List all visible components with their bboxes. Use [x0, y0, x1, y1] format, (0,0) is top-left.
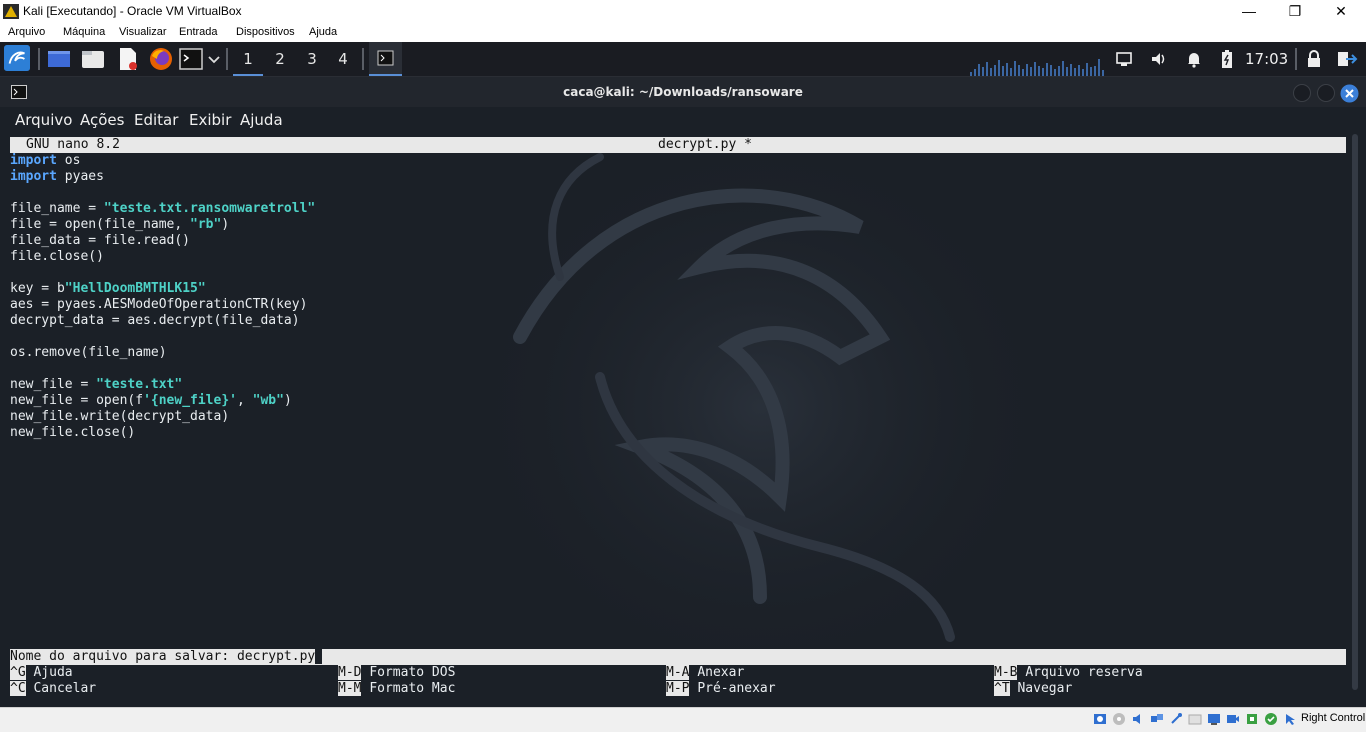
volume-icon[interactable]: [1150, 50, 1168, 68]
clock[interactable]: 17:03: [1245, 50, 1288, 68]
terminal-icon: [377, 50, 394, 66]
text-editor-icon[interactable]: [116, 46, 140, 72]
nano-version: GNU nano 8.2: [26, 137, 120, 152]
code-line: new_file = open(f'{new_file}', "wb"): [10, 393, 292, 408]
code-line: import pyaes: [10, 169, 104, 184]
code-line: aes = pyaes.AESModeOfOperationCTR(key): [10, 297, 308, 312]
menu-visualizar[interactable]: Visualizar: [119, 26, 167, 38]
code-line: file.close(): [10, 249, 104, 264]
terminal-scrollbar[interactable]: [1352, 134, 1358, 690]
usb-icon[interactable]: [1169, 712, 1183, 726]
code-line: key = b"HellDoomBMTHLK15": [10, 281, 206, 296]
shortcut-cancel[interactable]: ^C Cancelar: [10, 681, 96, 697]
taskbar-terminal-window[interactable]: [369, 42, 402, 76]
code-line: file_data = file.read(): [10, 233, 191, 248]
panel-separator: [226, 48, 228, 70]
terminal-menu-acoes[interactable]: Ações: [80, 111, 124, 129]
vbox-title-bar: Kali [Executando] - Oracle VM VirtualBox…: [0, 0, 1366, 23]
terminal-menu-ajuda[interactable]: Ajuda: [240, 111, 283, 129]
terminal-menu-editar[interactable]: Editar: [134, 111, 178, 129]
restore-button[interactable]: ❐: [1272, 0, 1318, 23]
code-line: new_file.write(decrypt_data): [10, 409, 230, 424]
file-manager-icon[interactable]: [80, 46, 106, 72]
save-filename-prompt[interactable]: Nome do arquivo para salvar: decrypt.py: [10, 649, 1346, 665]
host-key-label[interactable]: Right Control: [1301, 712, 1365, 724]
network-icon[interactable]: [1115, 50, 1133, 68]
kali-panel: 1 2 3 4 17:03: [0, 42, 1366, 77]
menu-arquivo[interactable]: Arquivo: [8, 26, 45, 38]
terminal-minimize-button[interactable]: [1293, 84, 1311, 102]
optical-drive-icon[interactable]: [1112, 712, 1126, 726]
notifications-icon[interactable]: [1185, 50, 1203, 68]
workspace-3[interactable]: 3: [297, 42, 327, 76]
audio-icon[interactable]: [1131, 712, 1145, 726]
hard-disk-icon[interactable]: [1093, 712, 1107, 726]
workspace-1[interactable]: 1: [233, 42, 263, 76]
terminal-icon[interactable]: [179, 46, 203, 72]
shortcut-mac-format[interactable]: M-M Formato Mac: [338, 681, 455, 697]
nano-filename: decrypt.py *: [658, 137, 752, 152]
terminal-title: caca@kali: ~/Downloads/ransoware: [563, 85, 803, 99]
vbox-status-bar: Right Control: [0, 707, 1366, 732]
shared-folders-icon[interactable]: [1188, 712, 1202, 726]
shortcut-dos-format[interactable]: M-D Formato DOS: [338, 665, 455, 681]
close-button[interactable]: ✕: [1318, 0, 1364, 23]
lock-icon[interactable]: [1306, 50, 1322, 68]
workspace-4[interactable]: 4: [328, 42, 358, 76]
terminal-title-bar: caca@kali: ~/Downloads/ransoware: [0, 77, 1366, 107]
virtualization-icon[interactable]: [1264, 712, 1278, 726]
text-cursor: [315, 649, 323, 664]
shortcut-browse[interactable]: ^T Navegar: [994, 681, 1072, 697]
terminal-menu-bar: Arquivo Ações Editar Exibir Ajuda: [0, 107, 1366, 134]
battery-icon[interactable]: [1220, 49, 1234, 69]
panel-separator: [362, 48, 364, 70]
video-capture-icon[interactable]: [1226, 712, 1240, 726]
window-title: Kali [Executando] - Oracle VM VirtualBox: [23, 4, 242, 18]
firefox-icon[interactable]: [148, 46, 174, 72]
panel-separator: [38, 48, 40, 70]
virtualbox-icon: [3, 4, 19, 19]
chevron-down-icon[interactable]: [207, 46, 221, 72]
code-line: new_file.close(): [10, 425, 136, 440]
panel-separator: [1295, 48, 1297, 70]
show-desktop-icon[interactable]: [47, 46, 71, 72]
terminal-window[interactable]: caca@kali: ~/Downloads/ransoware Arquivo…: [0, 77, 1366, 707]
minimize-button[interactable]: —: [1226, 0, 1272, 23]
terminal-maximize-button[interactable]: [1317, 84, 1335, 102]
code-line: file_name = "teste.txt.ransomwaretroll": [10, 201, 316, 216]
terminal-menu-arquivo[interactable]: Arquivo: [15, 111, 72, 129]
menu-entrada[interactable]: Entrada: [179, 26, 218, 38]
code-line: os.remove(file_name): [10, 345, 167, 360]
shortcut-append[interactable]: M-A Anexar: [666, 665, 744, 681]
menu-dispositivos[interactable]: Dispositivos: [236, 26, 295, 38]
cpu-icon[interactable]: [1245, 712, 1259, 726]
shortcut-help[interactable]: ^G Ajuda: [10, 665, 73, 681]
workspace-2[interactable]: 2: [265, 42, 295, 76]
network-adapter-icon[interactable]: [1150, 712, 1164, 726]
kali-menu-icon[interactable]: [3, 45, 31, 71]
menu-ajuda[interactable]: Ajuda: [309, 26, 337, 38]
code-editor[interactable]: import os import pyaes file_name = "teste.…: [10, 153, 315, 441]
terminal-menu-exibir[interactable]: Exibir: [189, 111, 231, 129]
code-line: decrypt_data = aes.decrypt(file_data): [10, 313, 300, 328]
logout-icon[interactable]: [1336, 49, 1358, 69]
mouse-integration-icon[interactable]: [1283, 712, 1297, 726]
shortcut-backup[interactable]: M-B Arquivo reserva: [994, 665, 1143, 681]
code-line: file = open(file_name, "rb"): [10, 217, 230, 232]
vbox-menu-bar: Arquivo Máquina Visualizar Entrada Dispo…: [0, 23, 1366, 42]
nano-header-bar: GNU nano 8.2 decrypt.py *: [10, 137, 1346, 153]
code-line: new_file = "teste.txt": [10, 377, 183, 392]
terminal-close-button[interactable]: [1340, 84, 1359, 103]
network-activity-graph: [970, 59, 1104, 76]
display-icon[interactable]: [1207, 712, 1221, 726]
save-filename-input[interactable]: Nome do arquivo para salvar: decrypt.py: [10, 649, 315, 664]
menu-maquina[interactable]: Máquina: [63, 26, 105, 38]
code-line: import os: [10, 153, 81, 168]
shortcut-prepend[interactable]: M-P Pré-anexar: [666, 681, 776, 697]
